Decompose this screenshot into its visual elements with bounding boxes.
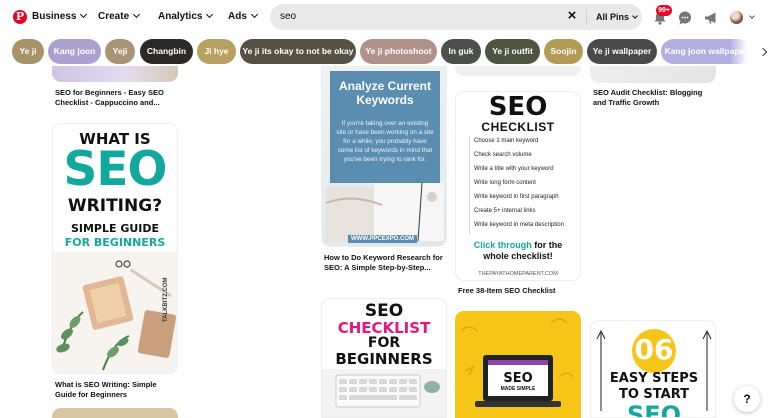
pin-checklist-title1: SEO bbox=[488, 92, 548, 122]
checklist-item-5: Create 5+ internal links bbox=[474, 208, 536, 214]
laptop-illustration bbox=[460, 318, 574, 407]
checklist-item-6: Write keyword in meta description bbox=[474, 222, 564, 228]
chevron-down-icon bbox=[250, 10, 258, 19]
nav-analytics-label: Analytics bbox=[158, 11, 203, 22]
chip-ye-ji-photoshoot[interactable]: Ye ji photoshoot bbox=[360, 39, 437, 64]
pin-caption[interactable]: SEO Audit Checklist: Blogging and Traffi… bbox=[593, 88, 715, 107]
chip-in-guk[interactable]: In guk bbox=[441, 39, 481, 64]
chip-changbin[interactable]: Changbin bbox=[140, 39, 193, 64]
checklist-items: Choose 1 main keyword Check search volum… bbox=[460, 136, 578, 234]
pin-steps-number: 06 bbox=[634, 333, 674, 366]
pin-checklist-title2: CHECKLIST bbox=[481, 120, 555, 134]
nav-business[interactable]: Business bbox=[32, 10, 88, 22]
checklist-item-1: Check search volume bbox=[474, 152, 532, 158]
chip-yeji[interactable]: Yeji bbox=[105, 39, 135, 64]
pin-checklist-cta: Click through for the whole checklist! bbox=[456, 240, 580, 262]
pin-simple-label: SEO bbox=[503, 371, 533, 386]
all-pins-filter[interactable]: All Pins bbox=[596, 12, 638, 22]
search-bar[interactable]: seo × All Pins bbox=[270, 4, 642, 30]
chevron-down-icon[interactable] bbox=[749, 13, 755, 19]
checklist-item-2: Write a title with your keyword bbox=[474, 166, 554, 172]
chevron-down-icon bbox=[133, 10, 141, 19]
pin-caption[interactable]: Free 38-Item SEO Checklist bbox=[458, 286, 580, 296]
message-icon[interactable] bbox=[677, 10, 693, 26]
chip-soojin[interactable]: Soojin bbox=[544, 39, 583, 64]
pin-image-analyze-keywords[interactable]: Analyze Current Keywords If you're takin… bbox=[321, 66, 447, 247]
clear-icon[interactable]: × bbox=[565, 8, 579, 23]
pin-keywords-body: If you're taking over an existing site o… bbox=[336, 120, 434, 163]
nav-ads[interactable]: Ads bbox=[228, 10, 258, 22]
pin-caption[interactable]: How to Do Keyword Research for SEO: A Si… bbox=[324, 253, 446, 272]
notification-badge: 99+ bbox=[656, 5, 672, 16]
checklist-item-0: Choose 1 main keyword bbox=[474, 138, 539, 144]
pin-beginners-l3: FOR bbox=[367, 335, 401, 351]
nav-analytics[interactable]: Analytics bbox=[158, 10, 214, 22]
pin-beginners-l4: BEGINNERS bbox=[335, 350, 433, 368]
pin-image-audit[interactable] bbox=[590, 66, 716, 83]
pin-image-seo-made-simple[interactable]: SEO MADE SIMPLE bbox=[455, 311, 581, 418]
avatar-icon[interactable] bbox=[730, 11, 743, 24]
chip-ye-ji-wallpaper[interactable]: Ye ji wallpaper bbox=[587, 39, 657, 64]
nav-ads-label: Ads bbox=[228, 11, 247, 22]
checklist-item-3: Write long form content bbox=[474, 180, 536, 186]
pin-image-easy-steps[interactable]: 06 EASY STEPS TO START SEO bbox=[590, 320, 716, 418]
chevron-down-icon bbox=[206, 10, 214, 19]
chip-ye-ji-outfit[interactable]: Ye ji outfit bbox=[485, 39, 540, 64]
chevron-down-icon bbox=[80, 10, 88, 19]
related-searches-bar: Ye ji Kang joon Yeji Changbin Ji hye Ye … bbox=[0, 38, 768, 66]
pin-seo-writing-watermark: TALKBITZ.COM bbox=[163, 277, 169, 322]
chip-kang-joon[interactable]: Kang joon bbox=[48, 39, 101, 64]
pinterest-logo-icon[interactable]: P bbox=[13, 10, 27, 24]
pin-seo-writing-line2: SEO bbox=[63, 142, 168, 197]
pin-image-partial[interactable] bbox=[52, 408, 178, 418]
megaphone-icon[interactable] bbox=[703, 10, 719, 26]
pin-beginners-l1: SEO bbox=[364, 301, 404, 321]
search-divider bbox=[586, 9, 587, 25]
pin-image-seo-beginners-top[interactable] bbox=[52, 66, 178, 82]
cta-line2: whole checklist! bbox=[483, 251, 553, 261]
pin-image-seo-writing[interactable]: WHAT IS SEO WRITING? SIMPLE GUIDE FOR BE… bbox=[52, 123, 178, 374]
top-header: P Business Create Analytics Ads seo × Al… bbox=[0, 0, 768, 36]
pin-steps-l3: SEO bbox=[626, 401, 682, 418]
help-button[interactable]: ? bbox=[734, 386, 760, 412]
pin-image-partial[interactable] bbox=[455, 66, 581, 76]
search-input[interactable]: seo bbox=[280, 11, 296, 22]
pin-image-seo-checklist[interactable]: SEO CHECKLIST Choose 1 main keyword Chec… bbox=[455, 91, 581, 281]
pin-seo-writing-line3: WRITING? bbox=[67, 196, 163, 216]
cta-link-text: Click through bbox=[473, 240, 532, 250]
chip-ye-ji[interactable]: Ye ji bbox=[12, 39, 44, 64]
chip-ji-hye[interactable]: Ji hye bbox=[197, 39, 236, 64]
nav-create[interactable]: Create bbox=[98, 10, 141, 22]
keyboard-illustration bbox=[322, 369, 446, 417]
cta-rest-text: for the bbox=[531, 240, 563, 250]
pin-seo-writing-line5: FOR BEGINNERS bbox=[64, 236, 166, 249]
pin-image-seo-checklist-beginners[interactable]: SEO CHECKLIST FOR BEGINNERS bbox=[321, 298, 447, 418]
checklist-boxes bbox=[460, 136, 470, 234]
pin-caption[interactable]: What is SEO Writing: Simple Guide for Be… bbox=[55, 380, 175, 399]
chevron-down-icon bbox=[632, 13, 638, 19]
checklist-item-4: Write keyword in first paragraph bbox=[474, 194, 559, 200]
pin-simple-sub: MADE SIMPLE bbox=[500, 386, 536, 392]
pin-checklist-site: THEPAYATHOMEPARENT.COM bbox=[478, 271, 558, 277]
pin-keywords-url: WWW.PPCEXPO.COM bbox=[348, 235, 417, 243]
all-pins-label: All Pins bbox=[596, 12, 630, 22]
chip-ye-ji-okay[interactable]: Ye ji its okay to not be okay bbox=[240, 39, 356, 64]
pin-caption[interactable]: SEO for Beginners - Easy SEO Checklist -… bbox=[55, 88, 180, 107]
pin-keywords-title: Analyze Current Keywords bbox=[338, 79, 432, 107]
pin-steps-l2: TO START bbox=[618, 387, 690, 402]
nav-business-label: Business bbox=[32, 11, 77, 22]
pin-steps-l1: EASY STEPS bbox=[609, 371, 699, 386]
pin-seo-writing-line4: SIMPLE GUIDE bbox=[70, 222, 160, 235]
nav-create-label: Create bbox=[98, 11, 130, 22]
desk-illustration bbox=[53, 252, 177, 373]
